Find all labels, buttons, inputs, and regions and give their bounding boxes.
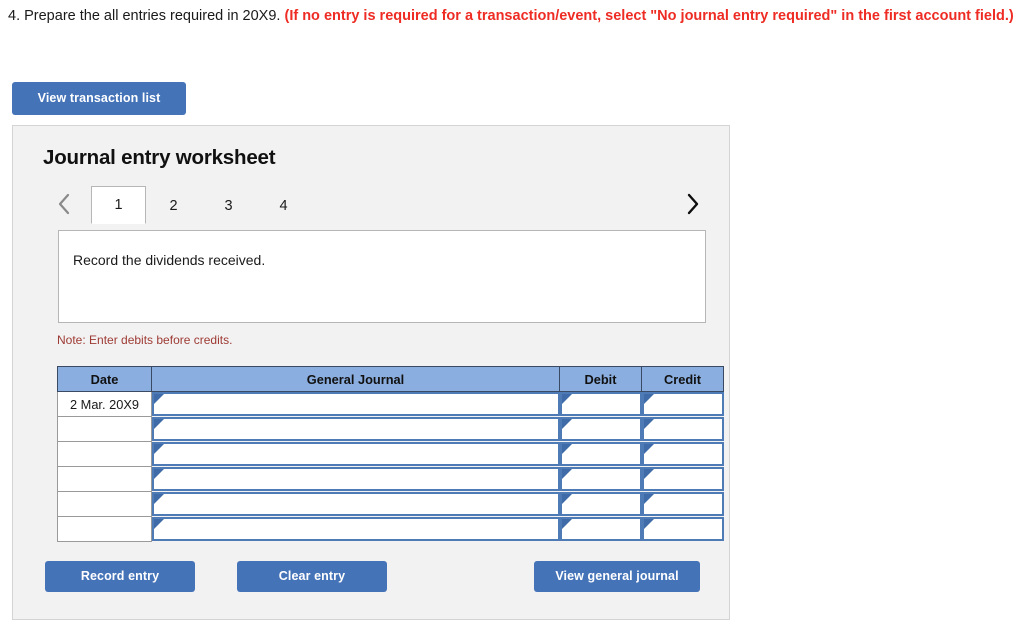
journal-entry-table: Date General Journal Debit Credit 2 Mar.… [57,366,724,542]
dropdown-marker-icon [154,494,164,504]
table-row [57,441,724,467]
dropdown-marker-icon [561,394,572,405]
credit-cell[interactable] [641,492,724,517]
dropdown-marker-icon [561,494,572,504]
table-header-row: Date General Journal Debit Credit [57,366,724,392]
journal-entry-worksheet-panel: Journal entry worksheet 1 2 3 4 Record t… [12,125,730,620]
table-row [57,466,724,492]
chevron-right-icon[interactable] [677,188,707,220]
dropdown-marker-icon [154,419,164,429]
date-cell[interactable] [57,466,152,492]
column-header-date: Date [57,366,152,392]
dropdown-marker-icon [561,444,572,454]
dropdown-marker-icon [561,469,572,479]
record-entry-button[interactable]: Record entry [45,561,195,592]
credit-cell[interactable] [641,467,724,492]
dropdown-marker-icon [154,519,164,529]
view-general-journal-button[interactable]: View general journal [534,561,700,592]
requirement-note: (If no entry is required for a transacti… [284,8,1014,24]
column-header-general-journal: General Journal [151,366,560,392]
general-journal-cell[interactable] [152,392,560,417]
dropdown-marker-icon [643,469,654,479]
worksheet-tabs: 1 2 3 4 [91,184,311,224]
dropdown-marker-icon [561,419,572,429]
date-cell[interactable] [57,516,152,542]
dropdown-marker-icon [643,519,654,529]
dropdown-marker-icon [154,444,164,454]
debit-cell[interactable] [559,517,642,542]
dropdown-marker-icon [643,494,654,504]
credit-cell[interactable] [641,517,724,542]
table-row [57,516,724,542]
general-journal-cell[interactable] [152,442,560,467]
view-transaction-list-button[interactable]: View transaction list [12,82,186,115]
clear-entry-button[interactable]: Clear entry [237,561,387,592]
entry-description-box: Record the dividends received. [58,230,706,323]
column-header-debit: Debit [559,366,642,392]
tab-4[interactable]: 4 [256,186,311,224]
date-cell[interactable] [57,491,152,517]
column-header-credit: Credit [641,366,724,392]
debit-cell[interactable] [559,442,642,467]
question-text: 4. Prepare the all entries required in 2… [8,8,285,24]
general-journal-cell[interactable] [152,492,560,517]
table-row [57,491,724,517]
question-prompt: 4. Prepare the all entries required in 2… [8,6,1018,27]
credit-cell[interactable] [641,417,724,442]
general-journal-cell[interactable] [152,467,560,492]
tab-1[interactable]: 1 [91,186,146,224]
entry-description-text: Record the dividends received. [73,252,266,268]
dropdown-marker-icon [561,519,572,529]
dropdown-marker-icon [154,394,164,405]
date-cell[interactable] [57,416,152,442]
dropdown-marker-icon [154,469,164,479]
credit-cell[interactable] [641,442,724,467]
debit-cell[interactable] [559,492,642,517]
debit-cell[interactable] [559,467,642,492]
debit-cell[interactable] [559,392,642,417]
debits-before-credits-note: Note: Enter debits before credits. [57,333,233,347]
date-cell[interactable]: 2 Mar. 20X9 [57,391,152,417]
debit-cell[interactable] [559,417,642,442]
dropdown-marker-icon [643,419,654,429]
dropdown-marker-icon [643,394,654,405]
table-row [57,416,724,442]
date-cell[interactable] [57,441,152,467]
chevron-left-icon[interactable] [49,188,79,220]
worksheet-title: Journal entry worksheet [43,146,276,169]
dropdown-marker-icon [643,444,654,454]
general-journal-cell[interactable] [152,517,560,542]
tab-2[interactable]: 2 [146,186,201,224]
table-row: 2 Mar. 20X9 [57,391,724,417]
credit-cell[interactable] [641,392,724,417]
tab-3[interactable]: 3 [201,186,256,224]
worksheet-tab-strip: 1 2 3 4 [39,184,707,224]
general-journal-cell[interactable] [152,417,560,442]
